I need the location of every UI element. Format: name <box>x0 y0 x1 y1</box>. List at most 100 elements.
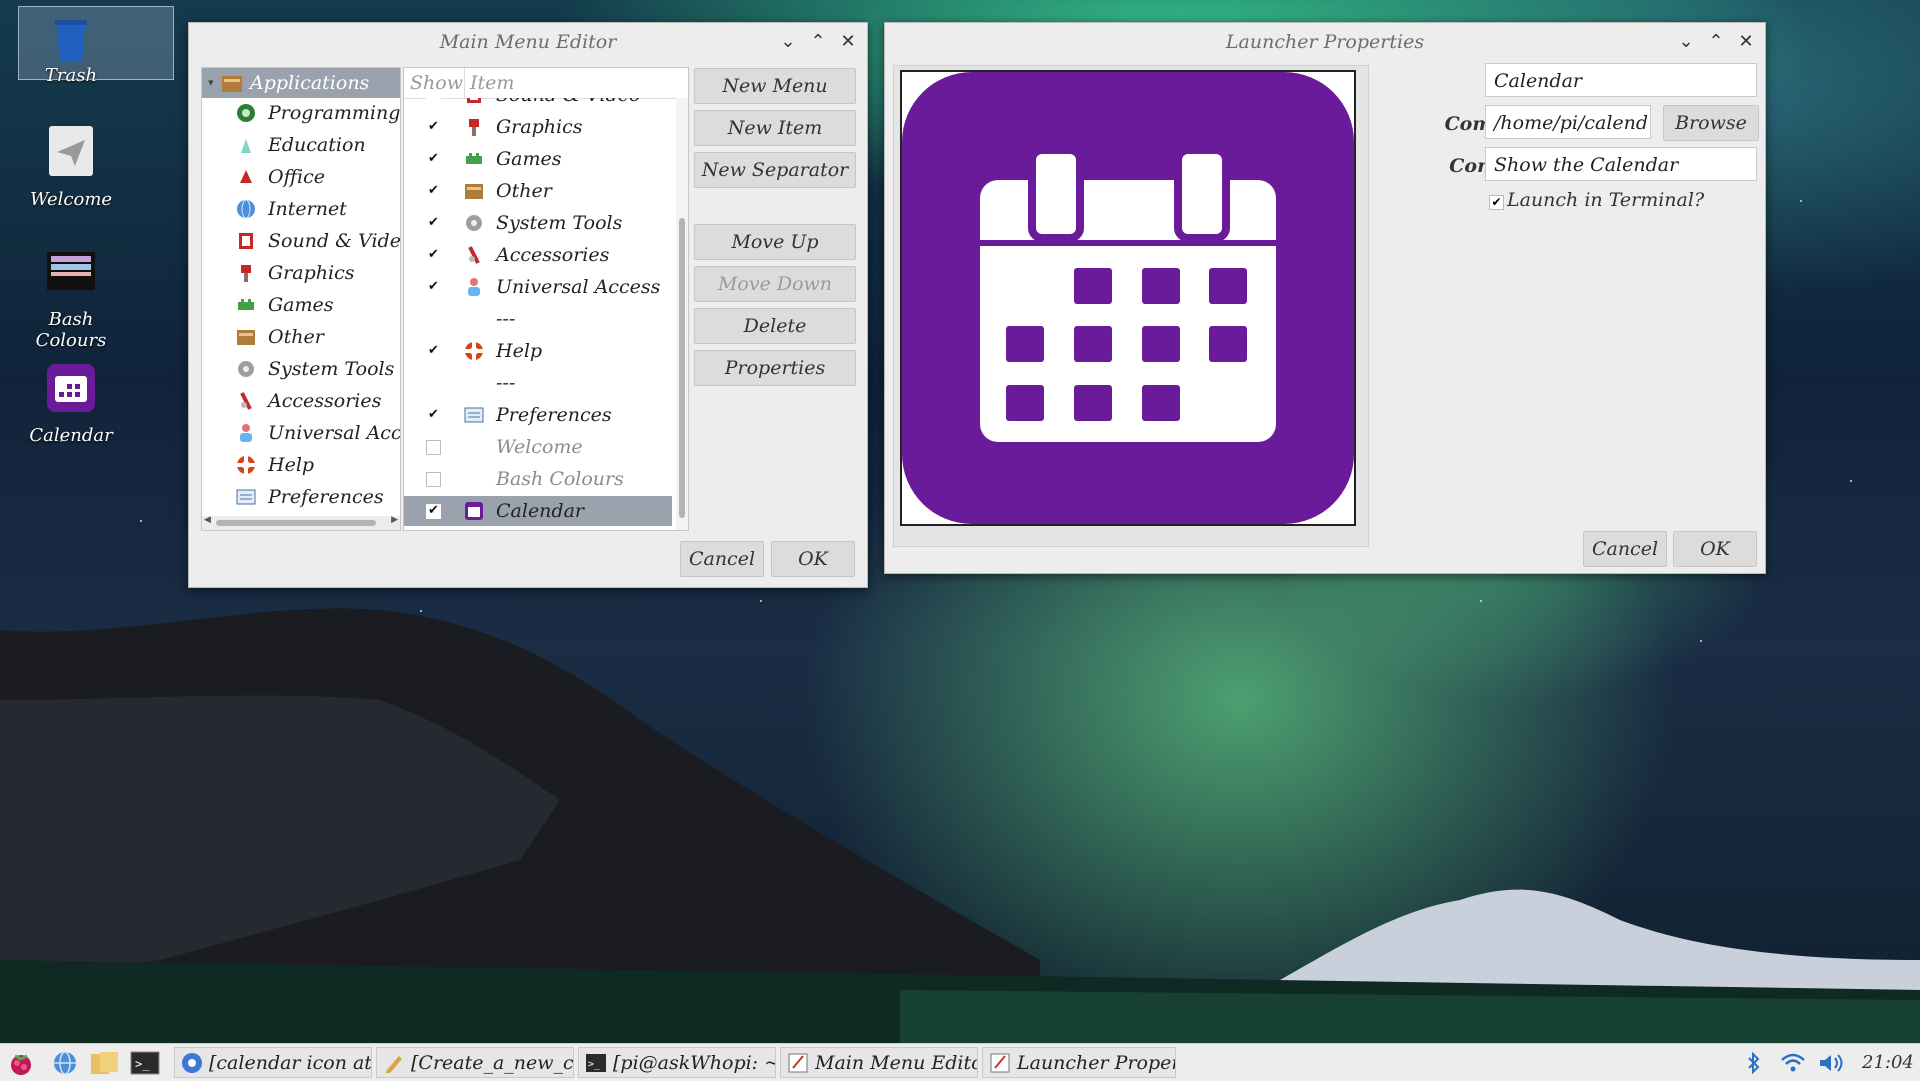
list-item[interactable]: ✔ Games <box>404 144 672 174</box>
header-show[interactable]: Show <box>410 68 463 98</box>
list-item[interactable]: ✔ Universal Access <box>404 272 672 302</box>
list-item[interactable]: ✔ Accessories <box>404 240 672 270</box>
tree-item-programming[interactable]: Programming <box>202 98 400 128</box>
ok-button[interactable]: OK <box>1673 531 1757 567</box>
raspberry-menu-icon[interactable] <box>8 1050 34 1076</box>
games-icon <box>238 299 254 310</box>
list-item[interactable]: ✔ Other <box>404 176 672 206</box>
show-checkbox[interactable]: ✔ <box>426 120 441 135</box>
task-main-menu-editor[interactable]: Main Menu Editor <box>780 1047 978 1078</box>
clock[interactable]: 21:04 <box>1862 1044 1914 1081</box>
list-item[interactable]: ✔ Help <box>404 336 672 366</box>
name-field[interactable]: Calendar <box>1485 63 1757 97</box>
bluetooth-icon[interactable] <box>1746 1052 1762 1074</box>
list-item[interactable]: Bash Colours <box>404 464 672 494</box>
scroll-left-icon[interactable]: ◀ <box>204 515 211 525</box>
task-editor[interactable]: [Create_a_new_c... <box>376 1047 574 1078</box>
task-browser[interactable]: [calendar icon at... <box>174 1047 372 1078</box>
show-checkbox[interactable]: ✔ <box>426 408 441 423</box>
expander-icon[interactable]: ▾ <box>208 68 214 98</box>
maximize-icon[interactable]: ⌃ <box>809 31 827 52</box>
terminal-label[interactable]: Launch in Terminal? <box>1507 189 1704 211</box>
maximize-icon[interactable]: ⌃ <box>1707 31 1725 52</box>
cancel-button[interactable]: Cancel <box>680 541 764 577</box>
terminal-icon[interactable]: >_ <box>130 1050 160 1076</box>
new-separator-button[interactable]: New Separator <box>694 152 856 188</box>
scroll-right-icon[interactable]: ▶ <box>391 515 398 525</box>
tree-item-help[interactable]: Help <box>202 450 400 480</box>
list-item-label: Games <box>496 148 562 170</box>
close-icon[interactable]: ✕ <box>1737 31 1755 52</box>
tree-item-universal-access[interactable]: Universal Access <box>202 418 400 448</box>
tree-item-accessories[interactable]: Accessories <box>202 386 400 416</box>
wifi-icon[interactable] <box>1780 1052 1806 1074</box>
desktop-icon-welcome[interactable]: Welcome <box>16 126 126 210</box>
terminal-checkbox[interactable]: ✔ <box>1489 195 1504 210</box>
show-checkbox[interactable]: ✔ <box>426 504 441 519</box>
web-browser-icon[interactable] <box>52 1050 78 1076</box>
help-icon <box>465 342 483 360</box>
tree-item-system-tools[interactable]: System Tools <box>202 354 400 384</box>
move-up-button[interactable]: Move Up <box>694 224 856 260</box>
icon-button[interactable] <box>900 70 1356 526</box>
desktop-icon-bash-colours[interactable]: Bash Colours <box>16 246 126 351</box>
scrollbar-thumb[interactable] <box>216 520 376 526</box>
list-item[interactable]: ✔ Graphics <box>404 112 672 142</box>
new-item-button[interactable]: New Item <box>694 110 856 146</box>
tree-item-graphics[interactable]: Graphics <box>202 258 400 288</box>
scrollbar-thumb[interactable] <box>679 218 685 518</box>
list-item[interactable]: ✔ System Tools <box>404 208 672 238</box>
file-manager-icon[interactable] <box>90 1050 120 1076</box>
move-down-button[interactable]: Move Down <box>694 266 856 302</box>
list-item[interactable]: ✔ Preferences <box>404 400 672 430</box>
browse-button[interactable]: Browse <box>1663 105 1759 141</box>
header-item[interactable]: Item <box>470 68 514 98</box>
comment-field[interactable]: Show the Calendar <box>1485 147 1757 181</box>
task-terminal[interactable]: >_ [pi@askWhopi: ~] <box>578 1047 776 1078</box>
list-item[interactable]: --- <box>404 304 672 334</box>
volume-icon[interactable] <box>1818 1052 1846 1074</box>
show-checkbox[interactable]: ✔ <box>426 248 441 263</box>
tree-item-internet[interactable]: Internet <box>202 194 400 224</box>
show-checkbox[interactable]: ✔ <box>426 280 441 295</box>
menu-tree[interactable]: ▾ Applications Programming Education Offic… <box>201 67 401 531</box>
delete-button[interactable]: Delete <box>694 308 856 344</box>
icon-preview-frame <box>893 65 1369 547</box>
tree-h-scrollbar[interactable]: ◀ ▶ <box>202 515 400 530</box>
education-icon <box>241 139 251 153</box>
tree-item-sound-video[interactable]: Sound & Video <box>202 226 400 256</box>
show-checkbox[interactable]: ✔ <box>426 98 441 103</box>
new-menu-button[interactable]: New Menu <box>694 68 856 104</box>
desktop-icon-trash[interactable]: Trash <box>16 12 126 86</box>
list-item[interactable]: ✔ Sound & Video <box>404 98 672 110</box>
item-list[interactable]: Show Item ✔Sound & Video✔Graphics✔Games✔… <box>403 67 689 531</box>
calendar-icon <box>47 364 95 412</box>
ok-button[interactable]: OK <box>771 541 855 577</box>
desktop-icon-calendar[interactable]: Calendar <box>16 362 126 446</box>
tree-item-other[interactable]: Other <box>202 322 400 352</box>
list-v-scrollbar[interactable] <box>676 98 688 530</box>
tree-root-row[interactable]: ▾ Applications <box>202 68 400 98</box>
show-checkbox[interactable]: ✔ <box>426 216 441 231</box>
list-item-label: Bash Colours <box>496 468 624 490</box>
properties-button[interactable]: Properties <box>694 350 856 386</box>
list-item[interactable]: Welcome <box>404 432 672 462</box>
show-checkbox[interactable] <box>426 472 441 487</box>
minimize-icon[interactable]: ⌄ <box>779 31 797 52</box>
show-checkbox[interactable] <box>426 440 441 455</box>
tree-item-office[interactable]: Office <box>202 162 400 192</box>
calendar-icon <box>902 72 1354 524</box>
command-field[interactable]: /home/pi/calend <box>1485 105 1651 139</box>
show-checkbox[interactable]: ✔ <box>426 152 441 167</box>
tree-item-preferences[interactable]: Preferences <box>202 482 400 512</box>
list-item[interactable]: ✔ Calendar <box>404 496 672 526</box>
show-checkbox[interactable]: ✔ <box>426 344 441 359</box>
tree-item-education[interactable]: Education <box>202 130 400 160</box>
list-item[interactable]: --- <box>404 368 672 398</box>
close-icon[interactable]: ✕ <box>839 31 857 52</box>
tree-item-games[interactable]: Games <box>202 290 400 320</box>
show-checkbox[interactable]: ✔ <box>426 184 441 199</box>
minimize-icon[interactable]: ⌄ <box>1677 31 1695 52</box>
cancel-button[interactable]: Cancel <box>1583 531 1667 567</box>
task-launcher-properties[interactable]: Launcher Proper... <box>982 1047 1176 1078</box>
